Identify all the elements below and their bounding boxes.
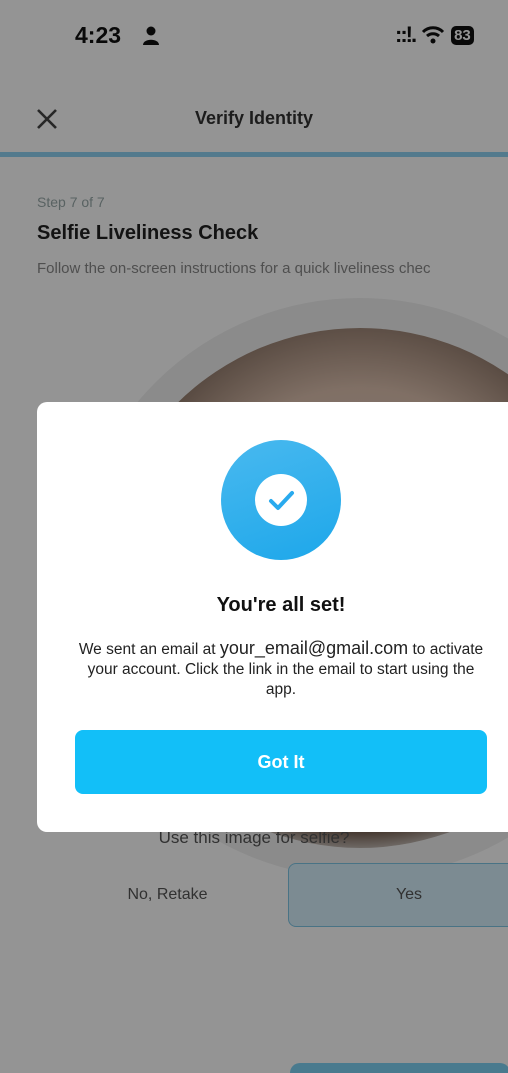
success-badge (221, 440, 341, 560)
dialog-title: You're all set! (216, 594, 346, 616)
message-text-before: We sent an email at (78, 641, 220, 658)
success-dialog: You're all set! We sent an email at your… (37, 402, 508, 832)
got-it-button[interactable]: Got It (75, 730, 487, 794)
email-address: your_email@gmail.com (219, 638, 409, 658)
app-screen: 4:23 ::!. 83 Verify Identity Step 7 of 7… (0, 0, 508, 1073)
check-icon (255, 474, 307, 526)
dialog-message: We sent an email at your_email@gmail.com… (71, 638, 491, 700)
